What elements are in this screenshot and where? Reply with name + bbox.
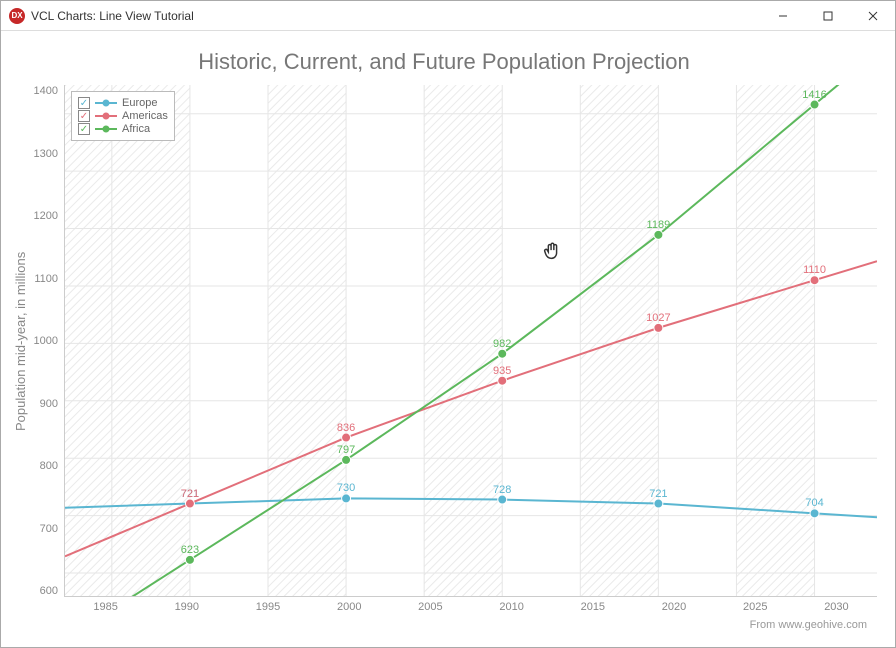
x-tick: 1995 bbox=[227, 601, 308, 613]
chart-container: Historic, Current, and Future Population… bbox=[1, 31, 895, 647]
data-label: 1027 bbox=[646, 312, 670, 324]
x-tick: 2000 bbox=[309, 601, 390, 613]
legend-swatch-icon bbox=[95, 128, 117, 130]
y-tick: 1400 bbox=[30, 85, 58, 97]
y-tick: 700 bbox=[30, 523, 58, 535]
x-tick: 2005 bbox=[390, 601, 471, 613]
y-tick: 1200 bbox=[30, 210, 58, 222]
x-tick: 2010 bbox=[471, 601, 552, 613]
window-controls bbox=[760, 1, 895, 30]
data-label: 730 bbox=[337, 482, 355, 494]
y-axis-ticks: 1400 1300 1200 1100 1000 900 800 700 600 bbox=[30, 85, 64, 597]
data-label: 1189 bbox=[647, 219, 671, 231]
y-axis-label: Population mid-year, in millions bbox=[11, 85, 30, 597]
plot-area[interactable]: ✓ Europe ✓ Americas ✓ Africa 721 730 728 721 704 7… bbox=[64, 85, 877, 597]
data-label: 721 bbox=[649, 488, 667, 500]
x-tick: 2020 bbox=[633, 601, 714, 613]
data-label: 836 bbox=[337, 422, 355, 434]
legend-label: Europe bbox=[122, 97, 157, 109]
data-label: 704 bbox=[805, 497, 823, 509]
x-tick: 1985 bbox=[65, 601, 146, 613]
data-label: 982 bbox=[493, 338, 511, 350]
data-label: 721 bbox=[181, 488, 199, 500]
x-tick: 1990 bbox=[146, 601, 227, 613]
x-tick: 2015 bbox=[552, 601, 633, 613]
y-tick: 1000 bbox=[30, 335, 58, 347]
legend-swatch-icon bbox=[95, 115, 117, 117]
legend-label: Americas bbox=[122, 110, 168, 122]
maximize-button[interactable] bbox=[805, 1, 850, 30]
y-tick: 1300 bbox=[30, 148, 58, 160]
chart-area: Population mid-year, in millions 1400 130… bbox=[11, 85, 877, 597]
data-label: 797 bbox=[337, 444, 355, 456]
minimize-button[interactable] bbox=[760, 1, 805, 30]
window-title: VCL Charts: Line View Tutorial bbox=[31, 9, 760, 23]
legend-checkbox[interactable]: ✓ bbox=[78, 110, 90, 122]
legend-label: Africa bbox=[122, 123, 150, 135]
y-tick: 900 bbox=[30, 398, 58, 410]
plot-svg bbox=[65, 85, 877, 596]
app-icon: DX bbox=[9, 8, 25, 24]
x-tick: 2030 bbox=[796, 601, 877, 613]
y-tick: 1100 bbox=[30, 273, 58, 285]
legend-checkbox[interactable]: ✓ bbox=[78, 97, 90, 109]
legend-item[interactable]: ✓ Africa bbox=[78, 123, 168, 135]
data-label: 623 bbox=[181, 544, 199, 556]
close-button[interactable] bbox=[850, 1, 895, 30]
x-axis-ticks: 1985199019952000200520102015202020252030 bbox=[65, 601, 877, 613]
data-label: 728 bbox=[493, 484, 511, 496]
titlebar: DX VCL Charts: Line View Tutorial bbox=[1, 1, 895, 31]
legend-item[interactable]: ✓ Europe bbox=[78, 97, 168, 109]
y-tick: 600 bbox=[30, 585, 58, 597]
y-tick: 800 bbox=[30, 460, 58, 472]
legend[interactable]: ✓ Europe ✓ Americas ✓ Africa bbox=[71, 91, 175, 141]
data-label: 1110 bbox=[803, 264, 826, 276]
data-label: 1416 bbox=[802, 89, 826, 101]
legend-swatch-icon bbox=[95, 102, 117, 104]
data-label: 935 bbox=[493, 365, 511, 377]
app-window: DX VCL Charts: Line View Tutorial Histor… bbox=[0, 0, 896, 648]
pan-cursor-icon bbox=[541, 240, 563, 268]
legend-checkbox[interactable]: ✓ bbox=[78, 123, 90, 135]
chart-title: Historic, Current, and Future Population… bbox=[11, 49, 877, 75]
x-tick: 2025 bbox=[715, 601, 796, 613]
legend-item[interactable]: ✓ Americas bbox=[78, 110, 168, 122]
chart-source: From www.geohive.com bbox=[11, 613, 877, 637]
